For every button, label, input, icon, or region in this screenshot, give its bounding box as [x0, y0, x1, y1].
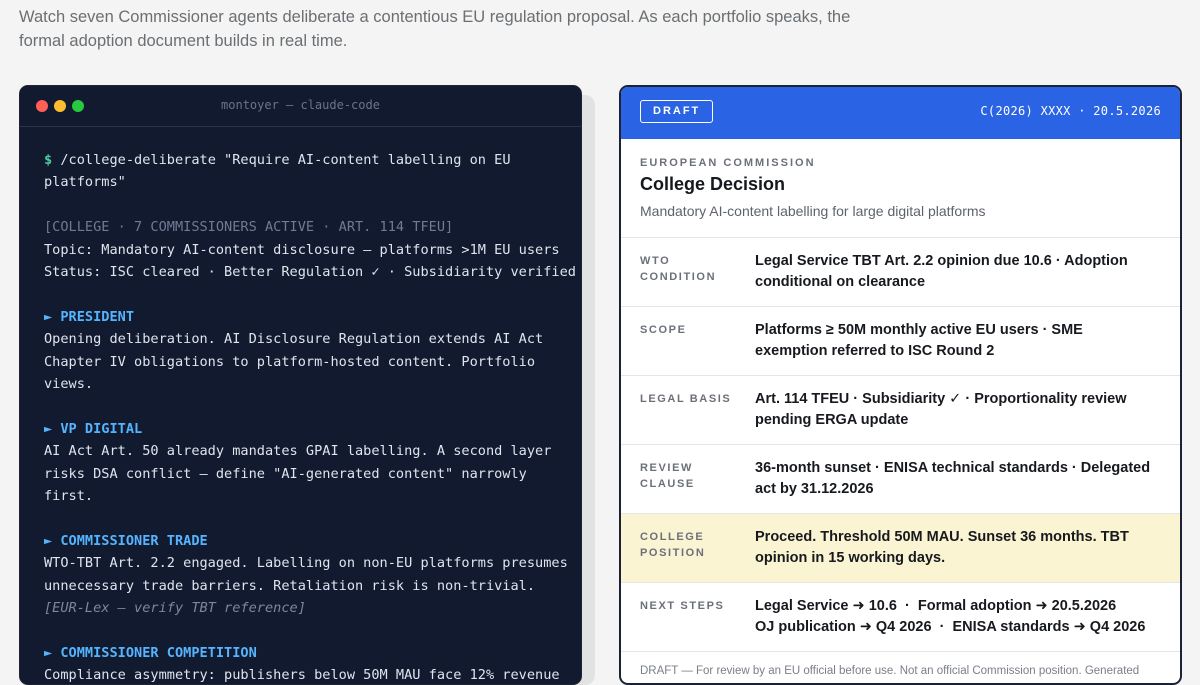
speaker-vp-digital: ► VP DIGITAL: [44, 420, 143, 437]
reference-note: [EUR-Lex — verify TBT reference]: [44, 600, 306, 617]
row-label: COLLEGE POSITION: [640, 529, 740, 561]
speech-line: risks DSA conflict — define "AI-generate…: [44, 465, 527, 482]
command-line: /college-deliberate "Require AI-content …: [60, 152, 511, 168]
status-line: Status: ISC cleared · Better Regulation …: [44, 264, 576, 281]
row-value-line: Platforms ≥ 50M monthly active EU users …: [755, 322, 1083, 338]
document-header: DRAFT C(2026) XXXX · 20.5.2026: [621, 87, 1180, 139]
speaker-commissioner-competition: ► COMMISSIONER COMPETITION: [44, 644, 257, 661]
intro-text: Watch seven Commissioner agents delibera…: [19, 5, 869, 53]
row-value-line: Proceed. Threshold 50M MAU. Sunset 36 mo…: [755, 529, 1129, 545]
document-intro: EUROPEAN COMMISSION College Decision Man…: [640, 157, 1160, 219]
row-value: Art. 114 TFEU · Subsidiarity ✓ · Proport…: [755, 389, 1160, 431]
speech-line: Chapter IV obligations to platform-hoste…: [44, 353, 536, 370]
row-value: Legal Service ➜ 10.6 · Formal adoption ➜…: [755, 596, 1160, 638]
row-value-line: Legal Service ➜ 10.6 · Formal adoption ➜…: [755, 598, 1117, 614]
row-next-steps: NEXT STEPS Legal Service ➜ 10.6 · Formal…: [621, 582, 1180, 651]
row-label: LEGAL BASIS: [640, 391, 740, 407]
row-value: Legal Service TBT Art. 2.2 opinion due 1…: [755, 251, 1160, 293]
college-header: [COLLEGE · 7 COMMISSIONERS ACTIVE · ART.…: [44, 219, 454, 236]
speech-line: WTO-TBT Art. 2.2 engaged. Labelling on n…: [44, 555, 568, 572]
document-reference: C(2026) XXXX · 20.5.2026: [980, 104, 1161, 118]
row-label-line: COLLEGE: [640, 531, 705, 543]
row-label-line: NEXT STEPS: [640, 600, 725, 612]
terminal-window: montoyer — claude-code $ /college-delibe…: [19, 85, 582, 685]
speech-line: first.: [44, 488, 94, 505]
row-label: NEXT STEPS: [640, 598, 740, 614]
row-review-clause: REVIEW CLAUSE 36-month sunset · ENISA tec…: [621, 444, 1180, 513]
row-wto-condition: WTO CONDITION Legal Service TBT Art. 2.2 …: [621, 237, 1180, 306]
speaker-commissioner-trade: ► COMMISSIONER TRADE: [44, 532, 208, 549]
row-label: SCOPE: [640, 322, 740, 338]
speech-line: Compliance asymmetry: publishers below 5…: [44, 667, 560, 684]
topic-line: Topic: Mandatory AI-content disclosure —…: [44, 241, 560, 258]
row-label-line: CLAUSE: [640, 478, 695, 490]
draft-badge: DRAFT: [640, 100, 714, 123]
row-value: Proceed. Threshold 50M MAU. Sunset 36 mo…: [755, 527, 1160, 569]
row-label-line: LEGAL BASIS: [640, 393, 732, 405]
terminal-output[interactable]: $ /college-deliberate "Require AI-conten…: [44, 149, 576, 684]
row-label-line: SCOPE: [640, 324, 687, 336]
row-value-line: pending ERGA update: [755, 412, 909, 428]
row-label-line: CONDITION: [640, 271, 717, 283]
row-scope: SCOPE Platforms ≥ 50M monthly active EU …: [621, 306, 1180, 375]
row-value-line: conditional on clearance: [755, 274, 926, 290]
document-title: College Decision: [640, 174, 786, 194]
row-label: WTO CONDITION: [640, 253, 740, 285]
row-college-position: COLLEGE POSITION Proceed. Threshold 50M M…: [621, 513, 1180, 582]
document-subtitle: Mandatory AI-content labelling for large…: [640, 203, 986, 219]
terminal-title: montoyer — claude-code: [221, 98, 380, 112]
prompt-symbol: $: [44, 152, 53, 168]
row-legal-basis: LEGAL BASIS Art. 114 TFEU · Subsidiarity…: [621, 375, 1180, 444]
row-value-line: Legal Service TBT Art. 2.2 opinion due 1…: [755, 253, 1128, 269]
speech-line: Opening deliberation. AI Disclosure Regu…: [44, 331, 544, 348]
command-line: platforms": [44, 174, 126, 191]
row-value-line: exemption referred to ISC Round 2: [755, 343, 995, 359]
row-value-line: opinion in 15 working days.: [755, 550, 946, 566]
row-label-line: POSITION: [640, 547, 706, 559]
document-disclaimer: DRAFT — For review by an EU official bef…: [621, 651, 1180, 677]
intro-line: formal adoption document builds in real …: [19, 32, 348, 50]
row-label-line: WTO: [640, 255, 671, 267]
row-value-line: OJ publication ➜ Q4 2026 · ENISA standar…: [755, 619, 1146, 635]
speaker-president: ► PRESIDENT: [44, 308, 135, 325]
row-value-line: Art. 114 TFEU · Subsidiarity ✓ · Proport…: [755, 391, 1127, 407]
intro-line: Watch seven Commissioner agents delibera…: [19, 8, 851, 26]
speech-line: unnecessary trade barriers. Retaliation …: [44, 577, 536, 594]
row-label: REVIEW CLAUSE: [640, 460, 740, 492]
row-value: Platforms ≥ 50M monthly active EU users …: [755, 320, 1160, 362]
row-label-line: REVIEW: [640, 462, 693, 474]
speech-line: AI Act Art. 50 already mandates GPAI lab…: [44, 443, 552, 460]
decision-document: DRAFT C(2026) XXXX · 20.5.2026 EUROPEAN …: [619, 85, 1182, 685]
organisation-label: EUROPEAN COMMISSION: [640, 157, 816, 169]
decision-rows: WTO CONDITION Legal Service TBT Art. 2.2 …: [621, 237, 1180, 651]
terminal-title-bar: montoyer — claude-code: [20, 86, 581, 127]
row-value-line: 36-month sunset · ENISA technical standa…: [755, 460, 1151, 476]
speech-line: views.: [44, 376, 94, 393]
row-value: 36-month sunset · ENISA technical standa…: [755, 458, 1160, 500]
row-value-line: act by 31.12.2026: [755, 481, 874, 497]
